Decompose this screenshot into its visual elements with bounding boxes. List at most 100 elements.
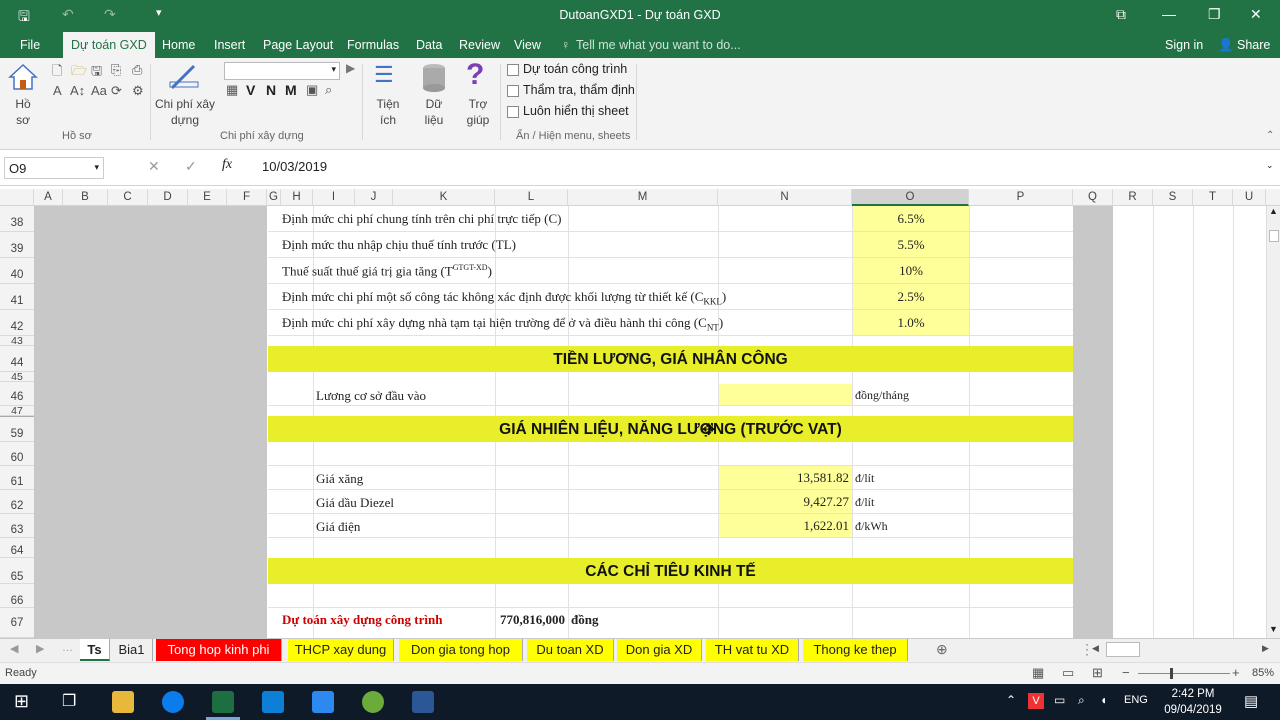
- tell-me-input[interactable]: Tell me what you want to do...: [576, 38, 741, 52]
- scroll-up-icon[interactable]: ▲: [1269, 206, 1278, 216]
- hscroll-left-icon[interactable]: ◀: [1092, 643, 1099, 654]
- col-header-p[interactable]: P: [969, 189, 1073, 206]
- battery-icon[interactable]: ▭: [1054, 693, 1065, 707]
- row-header-39[interactable]: 39: [0, 232, 34, 258]
- restore-icon[interactable]: ❐: [1208, 6, 1221, 23]
- teamviewer-icon[interactable]: [262, 691, 284, 713]
- cell-o61[interactable]: đ/lít: [855, 471, 874, 486]
- col-header-t[interactable]: T: [1193, 189, 1233, 206]
- prev-sheet-icon[interactable]: ◀: [10, 642, 18, 655]
- row-header-45[interactable]: 45: [0, 372, 34, 382]
- row-header-47[interactable]: 47: [0, 406, 34, 416]
- cell-i63[interactable]: Giá điện: [316, 519, 360, 535]
- row-header-67[interactable]: 67: [0, 608, 34, 638]
- select-all-corner[interactable]: [0, 189, 34, 206]
- tab-data[interactable]: Data: [416, 38, 442, 52]
- ribbon-display-icon[interactable]: ⧉: [1116, 6, 1126, 23]
- page-break-view-icon[interactable]: ⊞: [1092, 665, 1103, 681]
- tab-page-layout[interactable]: Page Layout: [263, 38, 333, 52]
- col-header-n[interactable]: N: [718, 189, 852, 206]
- row-header-63[interactable]: 63: [0, 514, 34, 538]
- excel-icon[interactable]: [212, 691, 234, 713]
- col-header-i[interactable]: I: [313, 189, 355, 206]
- close-icon[interactable]: ✕: [1250, 6, 1262, 23]
- col-header-l[interactable]: L: [495, 189, 568, 206]
- col-header-g[interactable]: G: [267, 189, 281, 206]
- col-header-b[interactable]: B: [63, 189, 108, 206]
- database-icon[interactable]: [420, 62, 448, 92]
- normal-view-icon[interactable]: ▦: [1032, 665, 1044, 681]
- section-band-nhien-lieu[interactable]: GIÁ NHIÊN LIỆU, NĂNG LƯỢNG (TRƯỚC VAT): [268, 416, 1073, 442]
- windows-start-icon[interactable]: ⊞: [14, 691, 29, 712]
- row-header-66[interactable]: 66: [0, 584, 34, 608]
- formula-input[interactable]: 10/03/2019: [262, 159, 327, 174]
- page-layout-view-icon[interactable]: ▭: [1062, 665, 1074, 681]
- sheet-tab-du-toan-xd[interactable]: Du toan XD: [527, 639, 614, 661]
- zoom-out-icon[interactable]: −: [1122, 665, 1130, 680]
- cell-h38[interactable]: Định mức chi phí chung tính trên chi phí…: [282, 211, 561, 227]
- sheet-tab-tong-hop-kinh-phi[interactable]: Tong hop kinh phi: [156, 639, 282, 661]
- cell-o63[interactable]: đ/kWh: [855, 519, 888, 534]
- cell-o41[interactable]: 2.5%: [853, 284, 969, 309]
- tab-review[interactable]: Review: [459, 38, 500, 52]
- new-file-icon[interactable]: 🗋: [52, 62, 62, 84]
- font-case-icon[interactable]: Aa: [91, 83, 107, 98]
- col-header-a[interactable]: A: [34, 189, 63, 206]
- refresh-icon[interactable]: ⟳: [111, 83, 122, 99]
- app-icon[interactable]: [312, 691, 334, 713]
- pen-ruler-icon[interactable]: [168, 62, 200, 90]
- open-folder-icon[interactable]: 🗁: [71, 62, 87, 84]
- col-header-e[interactable]: E: [188, 189, 227, 206]
- cell-h67[interactable]: Dự toán xây dựng công trình: [282, 612, 442, 628]
- cell-n63[interactable]: 1,622.01: [719, 514, 852, 537]
- next-sheet-icon[interactable]: ▶: [36, 642, 44, 655]
- font-a-icon[interactable]: A: [53, 83, 62, 98]
- tien-ich-button[interactable]: Tiện ích: [370, 96, 406, 128]
- insert-function-icon[interactable]: fx: [222, 157, 232, 173]
- clock-date[interactable]: 09/04/2019: [1160, 704, 1226, 716]
- cell-o38[interactable]: 6.5%: [853, 206, 969, 231]
- cell-n46[interactable]: [719, 384, 852, 405]
- sheet-tab-ts[interactable]: Ts: [80, 639, 110, 661]
- copy-icon[interactable]: ⎘: [111, 62, 121, 78]
- cell-o42[interactable]: 1.0%: [853, 310, 969, 335]
- row-header-59[interactable]: 59: [0, 416, 34, 442]
- sheet-tab-thong-ke-thep[interactable]: Thong ke thep: [803, 639, 908, 661]
- ho-so-button[interactable]: Hồ sơ: [8, 96, 38, 128]
- tab-home[interactable]: Home: [162, 38, 195, 52]
- row-header-65[interactable]: 65: [0, 558, 34, 584]
- more-sheets-icon[interactable]: …: [62, 642, 73, 654]
- col-header-d[interactable]: D: [148, 189, 188, 206]
- row-header-44[interactable]: 44: [0, 346, 34, 372]
- hien-thi-checkbox[interactable]: [507, 106, 519, 118]
- zoom-level[interactable]: 85%: [1252, 667, 1274, 679]
- col-header-c[interactable]: C: [108, 189, 148, 206]
- save-file-icon[interactable]: 🖫: [91, 62, 102, 84]
- col-header-m[interactable]: M: [568, 189, 718, 206]
- cell-h40[interactable]: Thuế suất thuế giá trị gia tăng (TGTGT-X…: [282, 263, 492, 279]
- table-icon[interactable]: ▦: [226, 82, 238, 98]
- col-header-q[interactable]: Q: [1073, 189, 1113, 206]
- zoom-in-icon[interactable]: +: [1232, 665, 1240, 680]
- tro-giup-button[interactable]: Trợ giúp: [460, 96, 496, 128]
- settings-icon[interactable]: ⚙: [132, 83, 144, 99]
- row-header-61[interactable]: 61: [0, 466, 34, 490]
- cell-i61[interactable]: Giá xăng: [316, 471, 363, 487]
- cell-h42[interactable]: Định mức chi phí xây dựng nhà tạm tại hi…: [282, 315, 723, 333]
- cell-o62[interactable]: đ/lít: [855, 495, 874, 510]
- section-band-chi-tieu[interactable]: CÁC CHỈ TIÊU KINH TẾ: [268, 558, 1073, 584]
- row-header-64[interactable]: 64: [0, 538, 34, 558]
- clock-time[interactable]: 2:42 PM: [1160, 688, 1226, 700]
- list-tools-icon[interactable]: ☰: [374, 62, 394, 88]
- file-explorer-icon[interactable]: [112, 691, 134, 713]
- print-preview-icon[interactable]: ⎙: [132, 62, 142, 78]
- row-header-38[interactable]: 38: [0, 206, 34, 232]
- green-app-icon[interactable]: [362, 691, 384, 713]
- sheet-tab-don-gia-tong-hop[interactable]: Don gia tong hop: [399, 639, 523, 661]
- sheet-tab-bia1[interactable]: Bia1: [111, 639, 153, 661]
- play-icon[interactable]: ▶: [346, 61, 355, 75]
- v-button[interactable]: V: [246, 82, 255, 98]
- cell-o40[interactable]: 10%: [853, 258, 969, 283]
- search-grid-icon[interactable]: ⌕: [325, 82, 332, 98]
- zoom-slider[interactable]: [1138, 673, 1230, 674]
